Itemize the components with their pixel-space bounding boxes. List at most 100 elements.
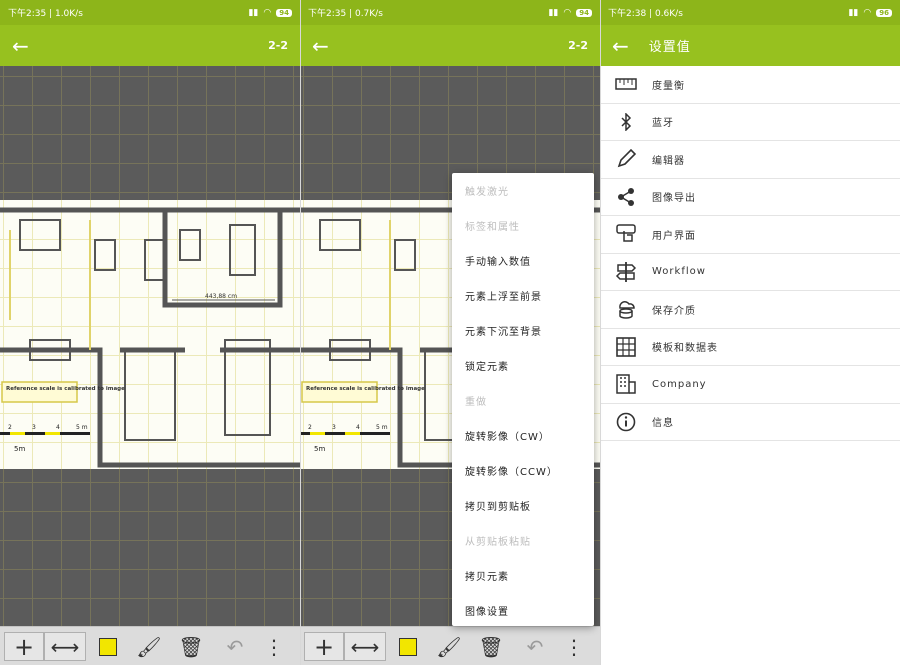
menu-item[interactable]: 元素上浮至前景	[452, 278, 594, 313]
undo-icon[interactable]: ↶	[522, 632, 548, 661]
page-indicator: 2-2	[268, 39, 288, 52]
status-time: 下午2:35 | 1.0K/s	[8, 9, 83, 19]
settings-item[interactable]: 编辑器	[600, 141, 900, 179]
back-arrow-icon[interactable]: ←	[612, 36, 629, 56]
scale-tick: 5 m	[376, 424, 388, 431]
touch-icon	[600, 223, 652, 245]
battery-icon: 96	[876, 8, 892, 17]
info-icon	[600, 412, 652, 432]
settings-panel: 下午2:38 | 0.6K/s ▮▮ ◠ 96 ← 设置值 度量衡蓝牙编辑器图像…	[600, 0, 900, 665]
drawing-canvas[interactable]: 443,88 cm Reference scale is calibrated …	[0, 66, 300, 626]
app-bar: ← 2-2	[0, 25, 300, 66]
settings-item[interactable]: 保存介质	[600, 291, 900, 329]
page-indicator: 2-2	[568, 39, 588, 52]
settings-item-label: 度量衡	[652, 80, 685, 92]
add-icon[interactable]: +	[4, 632, 44, 661]
wifi-icon: ◠	[263, 7, 272, 18]
menu-item[interactable]: 拷贝到剪贴板	[452, 488, 594, 523]
settings-item-label: 保存介质	[652, 305, 696, 317]
status-bar: 下午2:35 | 1.0K/s ▮▮ ◠ 94	[0, 0, 300, 25]
status-bar: 下午2:38 | 0.6K/s ▮▮ ◠ 96	[600, 0, 900, 25]
color-swatch-button[interactable]	[396, 632, 420, 661]
measure-arrow-icon[interactable]: ⟷	[44, 632, 86, 661]
undo-icon[interactable]: ↶	[222, 632, 248, 661]
menu-item[interactable]: 从剪贴板粘贴	[452, 523, 594, 558]
settings-item[interactable]: Company	[600, 366, 900, 404]
color-swatch-button[interactable]	[96, 632, 120, 661]
signal-icon: ▮▮	[548, 7, 559, 18]
battery-icon: 94	[276, 8, 292, 17]
company-icon	[600, 373, 652, 395]
settings-item-label: Workflow	[652, 266, 706, 278]
settings-item-label: 蓝牙	[652, 118, 674, 130]
scale-tick: 4	[56, 424, 60, 431]
cloud-storage-icon	[600, 298, 652, 320]
menu-item[interactable]: 图像设置	[452, 593, 594, 628]
more-menu-icon[interactable]: ⋮	[564, 632, 584, 661]
signal-icon: ▮▮	[248, 7, 259, 18]
scale-length-label: 5m	[314, 445, 325, 453]
signpost-icon	[600, 261, 652, 283]
settings-item[interactable]: 度量衡	[600, 66, 900, 104]
scale-tick: 3	[332, 424, 336, 431]
settings-item-label: 信息	[652, 418, 674, 430]
status-time: 下午2:38 | 0.6K/s	[608, 9, 683, 19]
battery-icon: 94	[576, 8, 592, 17]
menu-item[interactable]: 锁定元素	[452, 348, 594, 383]
menu-item[interactable]: 旋转影像（CCW）	[452, 453, 594, 488]
scale-tick: 2	[308, 424, 312, 431]
menu-item[interactable]: 拷贝元素	[452, 558, 594, 593]
app-bar: ← 设置值	[600, 25, 900, 66]
add-icon[interactable]: +	[304, 632, 344, 661]
settings-item[interactable]: 信息	[600, 404, 900, 441]
settings-item-label: 模板和数据表	[652, 343, 718, 355]
floor-plan-image[interactable]: 443,88 cm Reference scale is calibrated …	[0, 200, 300, 469]
brush-icon[interactable]: 🖌	[136, 632, 162, 661]
reference-scale-note: Reference scale is calibrated to image	[306, 386, 425, 392]
menu-item[interactable]: 重做	[452, 383, 594, 418]
wifi-icon: ◠	[563, 7, 572, 18]
divider	[600, 0, 601, 665]
settings-item-label: 图像导出	[652, 193, 696, 205]
back-arrow-icon[interactable]: ←	[312, 36, 329, 56]
menu-item[interactable]: 元素下沉至背景	[452, 313, 594, 348]
divider	[300, 0, 301, 665]
bottom-toolbar: + ⟷ 🖌 🗑 ↶ ⋮	[300, 626, 600, 665]
scale-tick: 4	[356, 424, 360, 431]
menu-item[interactable]: 标签和属性	[452, 208, 594, 243]
status-bar: 下午2:35 | 0.7K/s ▮▮ ◠ 94	[300, 0, 600, 25]
measure-arrow-icon[interactable]: ⟷	[344, 632, 386, 661]
scale-length-label: 5m	[14, 445, 25, 453]
settings-list: 度量衡蓝牙编辑器图像导出用户界面 Workflow 保存介质模板和数据表 Compan…	[600, 66, 900, 441]
share-icon	[600, 187, 652, 207]
trash-icon[interactable]: 🗑	[178, 632, 204, 661]
brush-icon[interactable]: 🖌	[436, 632, 462, 661]
dimension-label: 443,88 cm	[205, 293, 237, 300]
scale-tick: 2	[8, 424, 12, 431]
settings-item[interactable]: Workflow	[600, 254, 900, 291]
app-bar: ← 2-2	[300, 25, 600, 66]
settings-item-label: 编辑器	[652, 155, 685, 167]
menu-item[interactable]: 触发激光	[452, 173, 594, 208]
settings-item[interactable]: 用户界面	[600, 216, 900, 254]
settings-item-label: 用户界面	[652, 230, 696, 242]
reference-scale-note: Reference scale is calibrated to image	[6, 386, 125, 392]
floor-plan-drawing: 443,88 cm Reference scale is calibrated …	[0, 207, 300, 468]
menu-item[interactable]: 手动输入数值	[452, 243, 594, 278]
back-arrow-icon[interactable]: ←	[12, 36, 29, 56]
wifi-icon: ◠	[863, 7, 872, 18]
editor-panel-1: 下午2:35 | 1.0K/s ▮▮ ◠ 94 ← 2-2 443,88 cm …	[0, 0, 300, 665]
settings-item[interactable]: 蓝牙	[600, 104, 900, 141]
page-title: 设置值	[648, 40, 691, 55]
trash-icon[interactable]: 🗑	[478, 632, 504, 661]
pencil-icon	[600, 149, 652, 169]
ruler-icon	[600, 78, 652, 90]
status-time: 下午2:35 | 0.7K/s	[308, 9, 383, 19]
table-icon	[600, 336, 652, 357]
settings-item[interactable]: 图像导出	[600, 179, 900, 216]
settings-item[interactable]: 模板和数据表	[600, 329, 900, 366]
more-menu-icon[interactable]: ⋮	[264, 632, 284, 661]
scale-tick: 5 m	[76, 424, 88, 431]
context-menu: 触发激光 标签和属性 手动输入数值 元素上浮至前景 元素下沉至背景 锁定元素 重做 旋转影像（…	[452, 173, 594, 626]
menu-item[interactable]: 旋转影像（CW）	[452, 418, 594, 453]
